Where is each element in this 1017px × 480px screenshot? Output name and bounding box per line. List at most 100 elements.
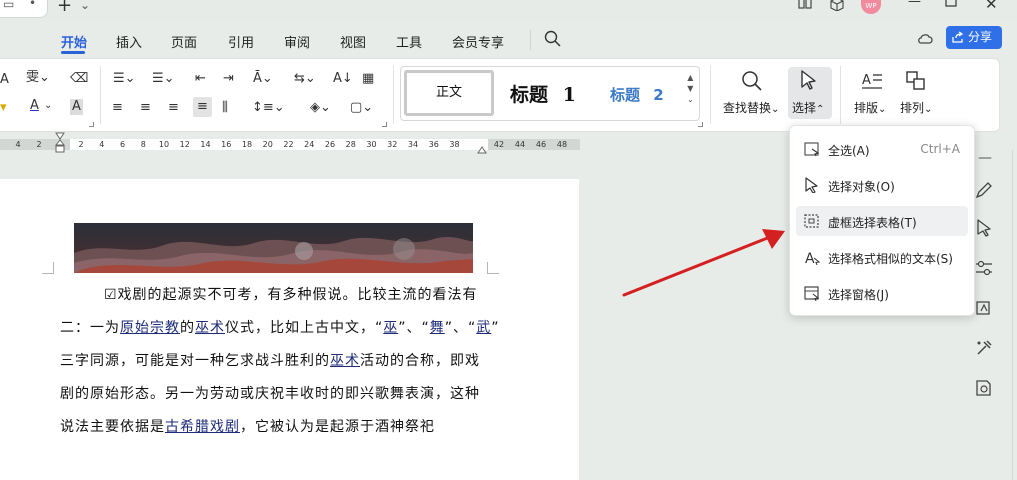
styles-scroll[interactable]: ▲ ▼ ⌄ <box>687 72 694 105</box>
book-icon[interactable] <box>974 378 994 398</box>
layout-icon[interactable]: A <box>861 70 883 92</box>
right-indent-marker-icon[interactable] <box>477 144 487 154</box>
shading-fill-icon[interactable]: ◈⌄ <box>310 100 331 116</box>
ruler-tick: 20 <box>262 140 273 149</box>
decrease-indent-icon[interactable]: ⇤ <box>195 71 206 87</box>
selection-pane-icon <box>804 286 820 301</box>
hyperlink-text[interactable]: 舞 <box>430 320 445 336</box>
cursor-arrow-icon[interactable] <box>799 69 819 91</box>
phonetic-guide-icon[interactable]: 雯⌄ <box>26 70 50 86</box>
bullet-list-icon[interactable]: ☰⌄ <box>113 71 136 87</box>
align-left-icon[interactable]: ≡ <box>112 100 123 116</box>
style-heading-2[interactable]: 标题 2 <box>610 84 664 105</box>
sort-icon[interactable]: A↓ <box>333 71 353 87</box>
document-tab[interactable]: ▭ • <box>0 0 48 18</box>
ruler-tick: 24 <box>304 140 315 149</box>
ruler-tick: 48 <box>556 140 568 149</box>
line-spacing-icon[interactable]: ↕≡⌄ <box>252 100 285 116</box>
chevron-down-icon[interactable]: ▼ <box>687 83 694 94</box>
text-run: ” <box>491 320 500 336</box>
tab-review[interactable]: 审阅 <box>284 32 310 51</box>
landscape-image <box>74 223 473 273</box>
select-label-wrap[interactable]: 选择⌃ <box>792 99 824 116</box>
select-label: 选择 <box>792 101 817 115</box>
style-heading-2-label: 标题 <box>610 86 641 104</box>
close-icon[interactable]: ✕ <box>985 0 998 13</box>
header-image[interactable] <box>74 223 473 273</box>
text-direction-icon[interactable]: ⇆⌄ <box>294 71 316 87</box>
chinese-layout-icon[interactable]: Ā⌄ <box>253 71 273 87</box>
find-replace-icon[interactable] <box>741 70 763 92</box>
active-tab-indicator <box>61 51 85 54</box>
tab-references[interactable]: 引用 <box>228 32 254 51</box>
arrange-icon[interactable] <box>905 70 927 92</box>
menu-item-select-objects[interactable]: 选择对象(O) <box>796 170 968 200</box>
hyperlink-text[interactable]: 古希腊戏剧 <box>165 419 240 435</box>
menu-item-dashed-select-table[interactable]: 虚框选择表格(T) <box>796 206 968 236</box>
ruler-tick: 4 <box>99 140 105 149</box>
hyperlink-text[interactable]: 原始宗教 <box>120 320 180 336</box>
hyperlink-text[interactable]: 巫术 <box>195 320 225 336</box>
tab-page[interactable]: 页面 <box>171 32 197 51</box>
share-button[interactable]: 分享 <box>946 26 1002 49</box>
dual-window-icon[interactable] <box>797 0 813 11</box>
show-marks-icon[interactable]: ▦ <box>362 71 374 87</box>
text-run: 剧的原始形态。另一为劳动或庆祝丰收时的即兴歌舞表演，这种 <box>60 386 480 402</box>
new-tab-chevron-icon[interactable]: ⌄ <box>80 0 90 12</box>
text-run: ，它被认为是起源于酒神祭祀 <box>240 419 435 435</box>
find-replace-button[interactable]: 查找替换⌄ <box>723 99 779 116</box>
cube-icon[interactable] <box>829 0 845 11</box>
font-dialog-launcher-icon[interactable] <box>89 122 94 127</box>
align-right-icon[interactable]: ≡ <box>168 100 179 116</box>
search-icon[interactable] <box>544 30 562 48</box>
maximize-icon[interactable] <box>945 0 957 8</box>
cloud-icon[interactable] <box>917 31 935 47</box>
style-heading-1[interactable]: 标题 1 <box>510 80 576 107</box>
annotation-arrow <box>622 229 785 297</box>
more-styles-icon[interactable]: ⌄ <box>687 94 694 105</box>
paragraph-line: 三字同源，可能是对一种乞求战斗胜利的巫术活动的合称，即戏 <box>60 350 480 370</box>
chevron-up-icon[interactable]: ▲ <box>687 72 694 83</box>
paragraph-dialog-launcher-icon[interactable] <box>382 122 387 127</box>
character-shading-icon[interactable]: A <box>70 99 83 115</box>
new-tab-plus-icon[interactable]: + <box>57 0 72 16</box>
justify-icon[interactable]: ≡ <box>193 97 212 117</box>
hyperlink-text[interactable]: 巫 <box>383 320 398 336</box>
tab-home[interactable]: 开始 <box>61 32 87 51</box>
minimize-icon[interactable]: — <box>908 0 921 9</box>
clear-format-icon[interactable]: ⌫ <box>70 71 88 87</box>
borders-icon[interactable]: ▢⌄ <box>350 100 373 116</box>
font-size-down-icon[interactable]: A <box>0 72 9 88</box>
arrange-button[interactable]: 排列⌄ <box>900 99 932 116</box>
tab-member[interactable]: 会员专享 <box>452 32 504 51</box>
sliders-icon[interactable] <box>974 258 994 278</box>
menu-item-selection-pane[interactable]: 选择窗格(J) <box>796 278 968 308</box>
layout-button[interactable]: 排版⌄ <box>854 99 886 116</box>
style-heading-2-number: 2 <box>653 86 664 104</box>
highlight-icon[interactable]: ▾ <box>0 100 7 116</box>
avatar[interactable]: WP <box>861 0 881 14</box>
text-run: 二：一为 <box>60 320 120 336</box>
tab-insert[interactable]: 插入 <box>116 32 142 51</box>
hyperlink-text[interactable]: 巫术 <box>330 353 360 369</box>
tab-tools[interactable]: 工具 <box>396 32 422 51</box>
style-normal[interactable]: 正文 <box>404 70 494 116</box>
hyperlink-text[interactable]: 武 <box>476 320 491 336</box>
tools-icon[interactable] <box>974 338 994 358</box>
indent-marker-icon[interactable] <box>55 132 65 162</box>
font-color-icon[interactable]: A <box>30 98 39 114</box>
ai-writing-icon[interactable] <box>974 298 994 318</box>
menu-item-select-all[interactable]: 全选(A) Ctrl+A <box>796 134 968 164</box>
cursor-arrow-icon[interactable] <box>974 218 994 238</box>
tab-view[interactable]: 视图 <box>340 32 366 51</box>
distributed-icon[interactable]: ⫼ <box>222 100 228 116</box>
collapse-icon[interactable]: — <box>978 150 992 166</box>
increase-indent-icon[interactable]: ⇥ <box>223 71 234 87</box>
text-run: 仪式，比如上古中文，“ <box>225 320 384 336</box>
font-color-chevron-icon[interactable]: ⌄ <box>44 98 52 114</box>
menu-item-select-similar-text[interactable]: A 选择格式相似的文本(S) <box>796 242 968 272</box>
pen-icon[interactable] <box>974 180 994 200</box>
numbered-list-icon[interactable]: ☰⌄ <box>152 71 175 87</box>
styles-dialog-launcher-icon[interactable] <box>698 122 703 127</box>
align-center-icon[interactable]: ≡ <box>140 100 151 116</box>
